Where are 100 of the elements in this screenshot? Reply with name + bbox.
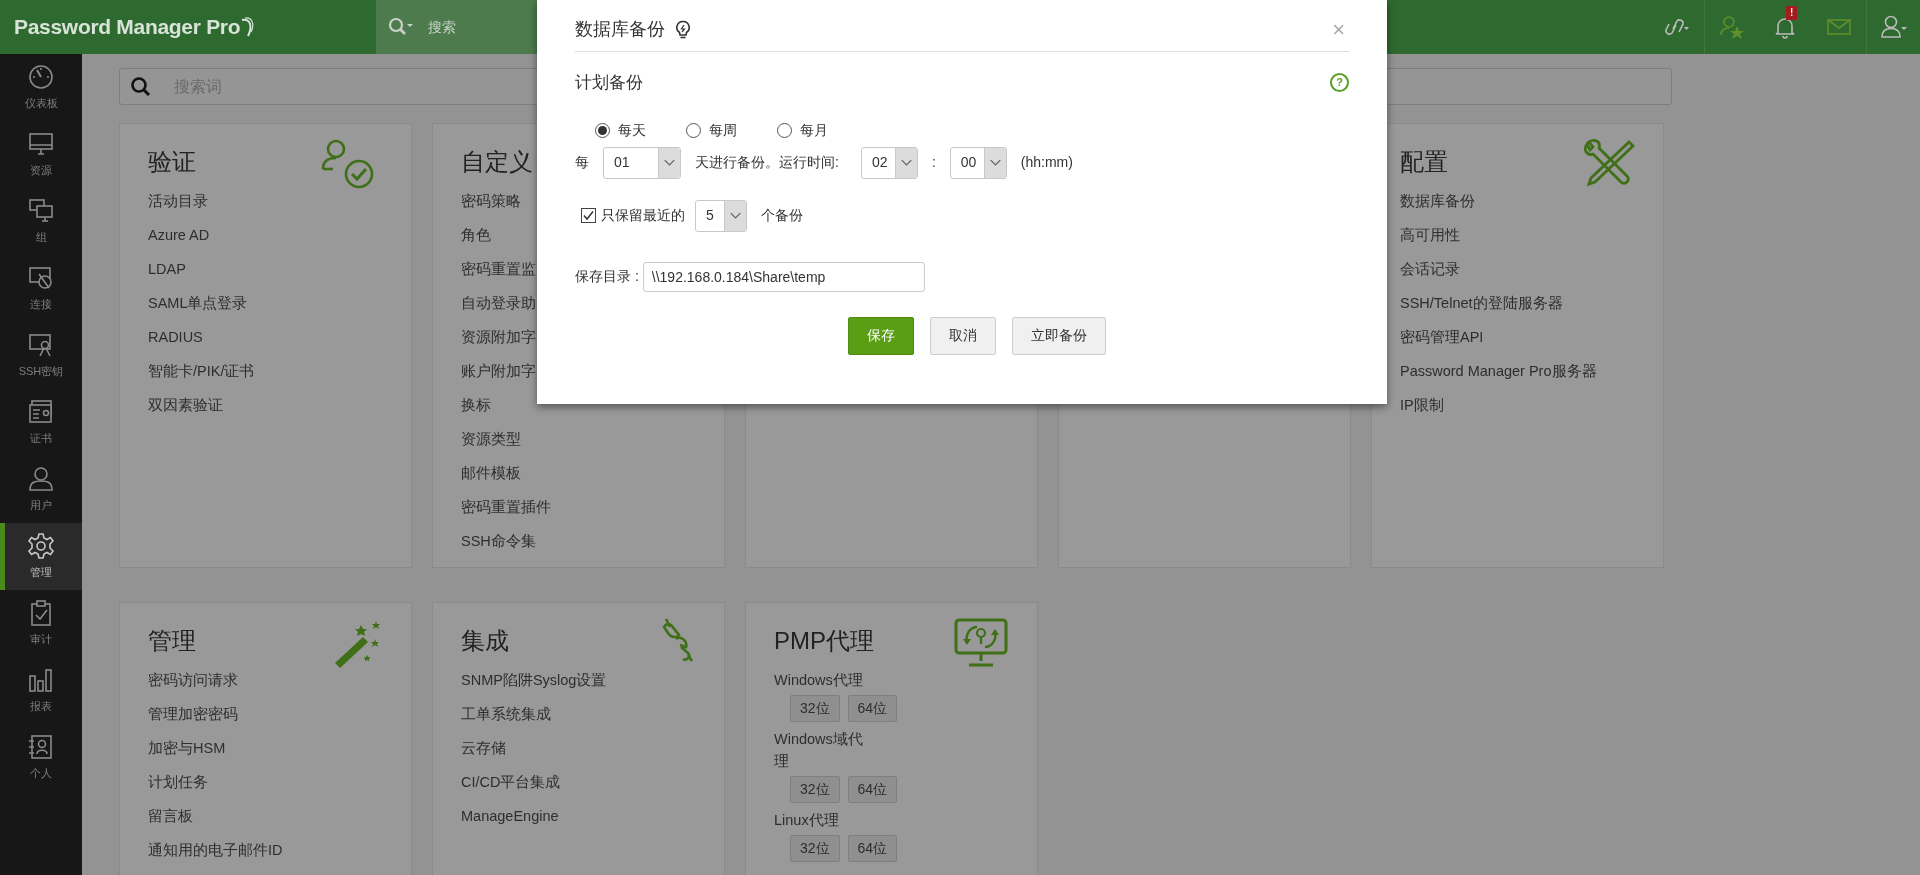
dropdown[interactable]: 5 xyxy=(695,199,747,232)
sidebar-item[interactable]: 仪表板 xyxy=(0,54,82,121)
settings-link[interactable]: 计划任务 xyxy=(148,772,208,792)
settings-link[interactable]: RADIUS xyxy=(148,327,203,347)
sidebar-item[interactable]: 资源 xyxy=(0,121,82,188)
download-button[interactable]: 32位 xyxy=(790,835,840,862)
settings-link[interactable]: 工单系统集成 xyxy=(461,704,551,724)
user-star-icon[interactable] xyxy=(1718,14,1745,40)
download-button[interactable]: 32位 xyxy=(790,776,840,803)
search-icon xyxy=(130,75,152,98)
settings-link[interactable]: 云存储 xyxy=(461,738,506,758)
sidebar-item[interactable]: 审计 xyxy=(0,590,82,657)
section-title: 计划备份 xyxy=(575,72,643,94)
card-title: 集成 xyxy=(461,626,509,656)
checkbox-label: 只保留最近的 xyxy=(601,206,685,225)
settings-link[interactable]: Azure AD xyxy=(148,225,210,245)
sidebar-item[interactable]: 报表 xyxy=(0,657,82,724)
gauge-icon xyxy=(27,63,55,92)
settings-link[interactable]: 会话记录 xyxy=(1400,259,1460,279)
download-button[interactable]: 64位 xyxy=(847,776,898,803)
search-label[interactable]: 搜索 xyxy=(428,16,456,38)
settings-link[interactable]: 双因素验证 xyxy=(148,395,223,415)
settings-link[interactable]: 密码管理API xyxy=(1400,327,1484,347)
dropdown[interactable]: 01 xyxy=(603,146,681,179)
settings-link[interactable]: ManageEngine xyxy=(461,806,559,826)
settings-link[interactable]: 角色 xyxy=(461,225,491,245)
download-button[interactable]: 32位 xyxy=(790,695,840,722)
directory-field[interactable]: \\192.168.0.184\Share\temp xyxy=(642,261,925,292)
sidebar-item[interactable]: 证书 xyxy=(0,389,82,456)
dialog-button[interactable]: 取消 xyxy=(930,316,996,355)
field-label: 天进行备份。运行时间: xyxy=(695,153,839,172)
monitor-sync-icon xyxy=(953,617,1009,669)
settings-link[interactable]: 留言板 xyxy=(148,806,193,826)
card-title: 管理 xyxy=(148,626,196,656)
sidebar-item[interactable]: 用户 xyxy=(0,456,82,523)
settings-link[interactable]: 密码访问请求 xyxy=(148,670,238,690)
dropdown[interactable]: 00 xyxy=(949,146,1007,179)
caret-icon xyxy=(724,200,746,231)
field-label: 每 xyxy=(575,153,589,172)
settings-link[interactable]: 高可用性 xyxy=(1400,225,1460,245)
notification-badge: ! xyxy=(1786,6,1798,20)
download-button[interactable]: 64位 xyxy=(847,835,898,862)
contact-card-icon xyxy=(27,733,55,762)
caret-icon xyxy=(658,147,680,178)
card-title: 自定义 xyxy=(461,147,533,177)
settings-link[interactable]: SSH/Telnet的登陆服务器 xyxy=(1400,293,1563,313)
dialog-title: 数据库备份 xyxy=(575,18,665,41)
settings-link[interactable]: 账户附加字 xyxy=(461,361,536,381)
help-icon[interactable]: ? xyxy=(1330,73,1349,93)
sidebar-item[interactable]: 连接 xyxy=(0,255,82,322)
dialog-button[interactable]: 立即备份 xyxy=(1012,316,1106,355)
logo-text: Password Manager Pro xyxy=(14,14,241,41)
settings-link[interactable]: SNMP陷阱Syslog设置 xyxy=(461,670,607,690)
settings-link[interactable]: 换标 xyxy=(461,395,491,415)
logo-swoosh-icon xyxy=(240,16,255,38)
agent-label: Windows域代理 xyxy=(774,730,864,771)
time-separator: : xyxy=(931,153,936,172)
settings-link[interactable]: 资源类型 xyxy=(461,429,521,449)
settings-link[interactable]: IP限制 xyxy=(1400,395,1444,415)
settings-link[interactable]: LDAP xyxy=(148,259,186,279)
sidebar-item[interactable]: 个人 xyxy=(0,724,82,791)
settings-link[interactable]: 活动目录 xyxy=(148,191,208,211)
settings-link[interactable]: 数据库备份 xyxy=(1400,191,1475,211)
radio-option[interactable]: 每天 xyxy=(595,119,646,141)
sidebar-item[interactable]: SSH密钥 xyxy=(0,322,82,389)
lightbulb-icon[interactable] xyxy=(675,19,691,40)
time-format-hint: (hh:mm) xyxy=(1020,153,1073,172)
settings-link[interactable]: 通知用的电子邮件ID xyxy=(148,840,283,860)
settings-link[interactable]: 邮件模板 xyxy=(461,463,521,483)
sidebar-item[interactable]: 管理 xyxy=(0,523,82,590)
user-menu-icon[interactable] xyxy=(1879,14,1908,40)
tools-icon xyxy=(1581,138,1635,188)
agent-label: Windows代理 xyxy=(774,671,864,690)
radio-option[interactable]: 每周 xyxy=(686,119,737,141)
settings-link[interactable]: 资源附加字 xyxy=(461,327,536,347)
settings-link[interactable]: SAML单点登录 xyxy=(148,293,248,313)
checkbox[interactable] xyxy=(581,208,596,223)
settings-link[interactable]: 自动登录助 xyxy=(461,293,536,313)
settings-link[interactable]: SSH命令集 xyxy=(461,531,536,551)
bell-icon[interactable] xyxy=(1773,15,1797,39)
settings-link[interactable]: Password Manager Pro服务器 xyxy=(1400,361,1597,381)
settings-link[interactable]: 密码重置插件 xyxy=(461,497,551,517)
sidebar-item[interactable]: 组 xyxy=(0,188,82,255)
settings-link[interactable]: 密码策略 xyxy=(461,191,521,211)
caret-icon xyxy=(983,147,1006,178)
dropdown[interactable]: 02 xyxy=(860,146,918,179)
card-title: PMP代理 xyxy=(774,626,874,656)
settings-link[interactable]: 密码重置监 xyxy=(461,259,536,279)
settings-link[interactable]: 管理加密密码 xyxy=(148,704,238,724)
settings-link[interactable]: 智能卡/PIK/证书 xyxy=(148,361,255,381)
bar-chart-icon xyxy=(27,666,55,695)
search-icon[interactable] xyxy=(388,17,414,37)
save-button[interactable]: 保存 xyxy=(848,316,914,355)
radio-option[interactable]: 每月 xyxy=(777,119,828,141)
download-button[interactable]: 64位 xyxy=(847,695,898,722)
gear-icon xyxy=(27,532,55,561)
field-label: 个备份 xyxy=(761,206,803,225)
field-label: 保存目录 : xyxy=(575,267,639,286)
settings-link[interactable]: 加密与HSM xyxy=(148,738,226,758)
settings-link[interactable]: CI/CD平台集成 xyxy=(461,772,561,792)
